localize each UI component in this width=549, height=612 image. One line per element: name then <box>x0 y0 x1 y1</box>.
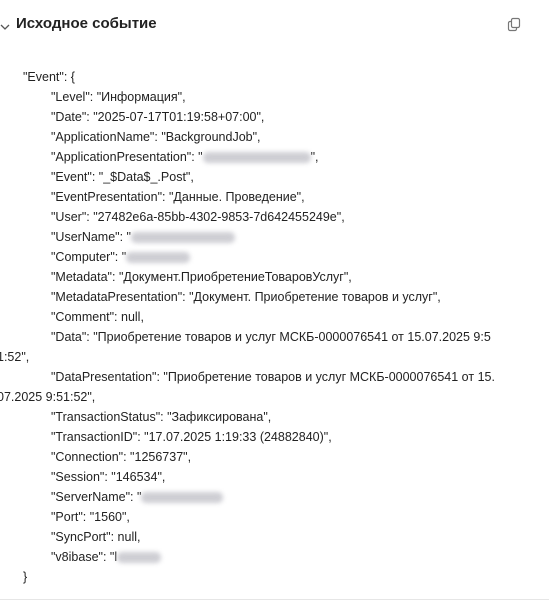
application-presentation-line: "ApplicationPresentation": " ", <box>51 150 319 164</box>
transaction-status-line: "TransactionStatus": "Зафиксирована", <box>51 410 272 424</box>
server-name-line: "ServerName": " <box>51 487 224 507</box>
event-presentation-line: "EventPresentation": "Данные. Проведение… <box>51 190 305 204</box>
level-line: "Level": "Информация", <box>51 90 186 104</box>
session-line: "Session": "146534", <box>51 470 166 484</box>
application-name-line: "ApplicationName": "BackgroundJob", <box>51 130 261 144</box>
divider <box>0 599 549 600</box>
sync-port-line: "SyncPort": null, <box>51 530 141 544</box>
chevron-down-icon[interactable] <box>0 19 10 30</box>
data-line-wrap: 1:52", <box>0 350 30 364</box>
metadata-line: "Metadata": "Документ.ПриобретениеТоваро… <box>51 270 352 284</box>
close-brace: } <box>23 570 28 584</box>
panel-header[interactable]: Исходное событие <box>0 0 549 50</box>
event-key-line: "Event": { <box>23 70 75 84</box>
port-line: "Port": "1560", <box>51 510 130 524</box>
data-line: "Data": "Приобретение товаров и услуг МС… <box>51 330 491 344</box>
data-presentation-line-wrap: 07.2025 9:51:52", <box>0 390 96 404</box>
metadata-presentation-line: "MetadataPresentation": "Документ. Приоб… <box>51 290 441 304</box>
data-presentation-line: "DataPresentation": "Приобретение товаро… <box>51 370 495 384</box>
date-line: "Date": "2025-07-17T01:19:58+07:00", <box>51 110 265 124</box>
user-name-line: "UserName": " <box>51 227 235 247</box>
comment-line: "Comment": null, <box>51 310 144 324</box>
redacted-value <box>202 152 311 164</box>
transaction-id-line: "TransactionID": "17.07.2025 1:19:33 (24… <box>51 430 332 444</box>
v8ibase-line: "v8ibase": "l <box>51 547 162 567</box>
redacted-value <box>117 552 162 564</box>
user-line: "User": "27482e6a-85bb-4302-9853-7d64245… <box>51 210 345 224</box>
redacted-value <box>141 492 224 504</box>
copy-icon[interactable] <box>506 17 522 33</box>
connection-line: "Connection": "1256737", <box>51 450 192 464</box>
computer-line: "Computer": " <box>51 247 191 267</box>
event-line: "Event": "_$Data$_.Post", <box>51 170 194 184</box>
panel-title: Исходное событие <box>16 15 157 32</box>
redacted-value <box>131 232 235 244</box>
redacted-value <box>126 252 191 264</box>
